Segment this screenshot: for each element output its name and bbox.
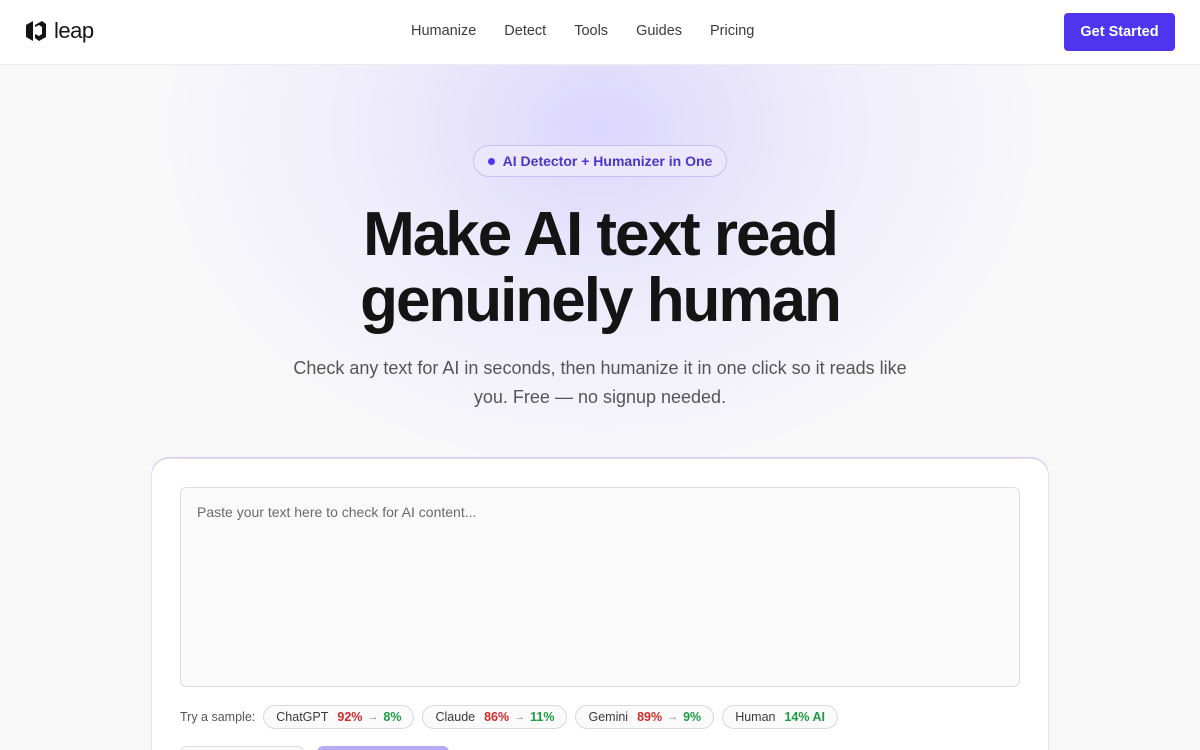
ai-checker-card: Try a sample: ChatGPT 92% → 8% Claude 86…	[151, 458, 1049, 750]
hero-badge: AI Detector + Humanizer in One	[473, 145, 727, 177]
hero-subtitle: Check any text for AI in seconds, then h…	[293, 358, 907, 407]
get-started-button[interactable]: Get Started	[1064, 13, 1175, 51]
nav-item-humanize[interactable]: Humanize	[411, 22, 476, 40]
badge-dot-icon	[487, 157, 495, 165]
sample-name: Human	[735, 710, 776, 724]
sample-score-before: 86%	[484, 710, 510, 724]
primary-action-button[interactable]	[317, 746, 449, 750]
main-nav: Humanize Detect Tools Guides Pricing	[397, 22, 768, 40]
sample-score-after: 9%	[683, 710, 702, 724]
sample-chip-claude[interactable]: Claude 86% → 11%	[422, 705, 568, 729]
title-line-1: Make AI text read	[363, 200, 839, 269]
sample-score-before: 89%	[637, 710, 663, 724]
sample-row: Try a sample: ChatGPT 92% → 8% Claude 86…	[180, 705, 846, 729]
sample-name: ChatGPT	[276, 710, 329, 724]
sample-name: Claude	[435, 710, 476, 724]
leap-logo-icon	[26, 21, 46, 41]
nav-item-detect[interactable]: Detect	[504, 22, 546, 40]
page-title: Make AI text read genuinely human	[200, 202, 1000, 334]
nav-item-tools[interactable]: Tools	[574, 22, 608, 40]
sample-chip-gemini[interactable]: Gemini 89% → 9%	[575, 705, 715, 729]
nav-item-pricing[interactable]: Pricing	[710, 22, 754, 40]
hero-badge-label: AI Detector + Humanizer in One	[502, 153, 713, 169]
sample-score-result: 14% AI	[784, 710, 826, 724]
sample-score-after: 8%	[383, 710, 402, 724]
brand-name: leap	[54, 18, 94, 43]
sample-score-before: 92%	[337, 710, 363, 724]
arrow-right-icon: →	[367, 711, 379, 723]
brand-logo[interactable]: leap	[24, 19, 94, 43]
samples-label: Try a sample:	[180, 710, 256, 724]
top-nav-bar: leap Humanize Detect Tools Guides Pricin…	[0, 0, 1200, 65]
nav-item-guides[interactable]: Guides	[636, 22, 682, 40]
secondary-action-button[interactable]	[180, 746, 304, 750]
title-line-2: genuinely human	[360, 266, 842, 335]
sample-chip-chatgpt[interactable]: ChatGPT 92% → 8%	[263, 705, 415, 729]
text-input-area[interactable]	[180, 487, 1020, 687]
arrow-right-icon: →	[514, 711, 526, 723]
arrow-right-icon: →	[667, 711, 679, 723]
sample-chip-human[interactable]: Human 14% AI	[722, 705, 839, 729]
sample-name: Gemini	[588, 710, 629, 724]
sample-score-after: 11%	[530, 710, 555, 724]
